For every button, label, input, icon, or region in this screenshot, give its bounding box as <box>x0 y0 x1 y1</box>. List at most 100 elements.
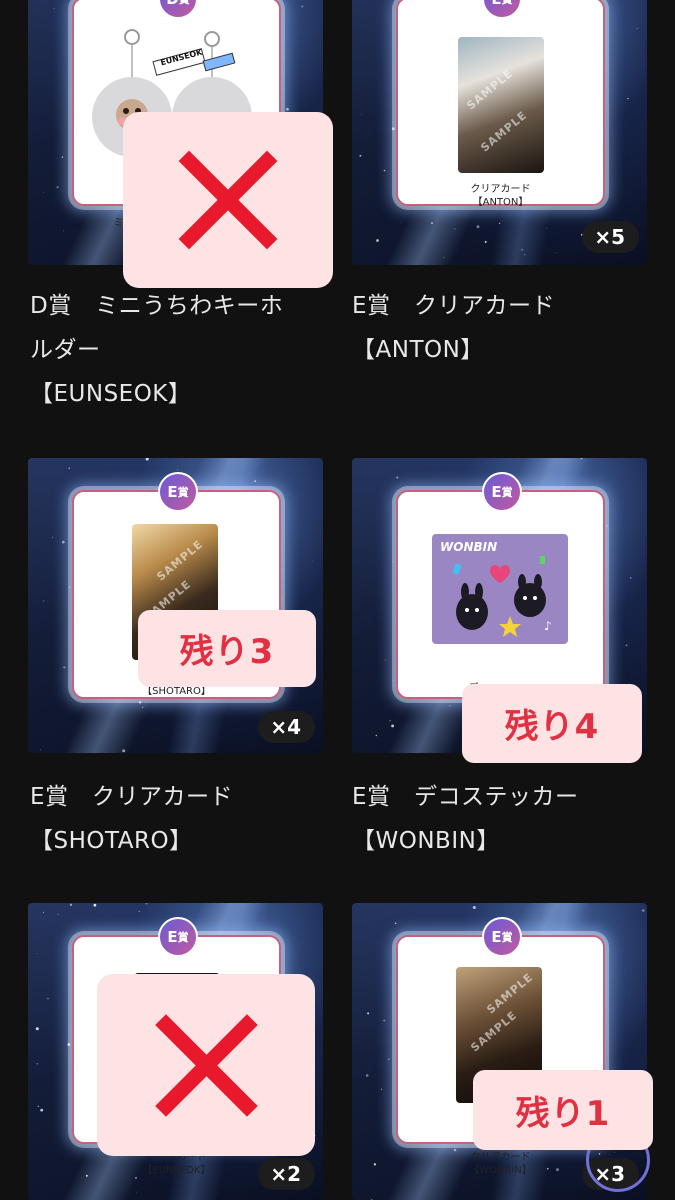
quantity-badge: ×5 <box>582 221 639 253</box>
star <box>625 644 628 647</box>
star <box>138 701 142 704</box>
cross-icon <box>154 1013 258 1117</box>
quantity-badge: ×2 <box>258 1158 315 1190</box>
prize-rank-badge: E賞 <box>158 472 198 512</box>
star <box>359 154 362 157</box>
star <box>61 540 65 544</box>
star <box>145 903 148 905</box>
star <box>642 909 645 912</box>
star <box>394 922 397 924</box>
star <box>301 5 304 8</box>
star <box>138 910 140 912</box>
item-title[interactable]: D賞 ミニうちわキーホ ルダー 【EUNSEOK】 <box>30 284 283 416</box>
star <box>67 1043 71 1046</box>
sample-watermark: SAMPLE <box>464 66 516 113</box>
star <box>61 156 64 158</box>
sold-out-overlay <box>123 112 333 288</box>
star <box>629 577 632 579</box>
star <box>546 227 548 229</box>
star <box>360 114 362 115</box>
star <box>122 749 126 753</box>
prize-card-e-shotaro[interactable]: SAMPLE SAMPLE クリアカード 【SHOTARO】 E賞 ×4 <box>28 458 323 753</box>
item-title[interactable]: E賞 クリアカード 【ANTON】 <box>352 284 555 372</box>
remaining-count-overlay: 残り4 <box>462 684 642 763</box>
star <box>636 27 638 30</box>
star <box>388 1058 390 1060</box>
star <box>443 257 445 259</box>
star <box>43 600 45 602</box>
star <box>472 906 476 909</box>
star <box>392 680 394 681</box>
star <box>53 8 55 10</box>
star <box>521 248 524 251</box>
sample-watermark: SAMPLE <box>478 108 530 155</box>
star <box>47 998 49 1000</box>
remaining-count-overlay: 残り1 <box>473 1070 653 1150</box>
item-title[interactable]: E賞 デコステッカー 【WONBIN】 <box>352 775 579 863</box>
star <box>282 598 283 600</box>
star <box>396 476 399 479</box>
svg-text:♪: ♪ <box>544 619 552 633</box>
star <box>383 169 386 172</box>
star <box>141 706 144 709</box>
star <box>51 536 54 538</box>
star <box>449 705 451 707</box>
star <box>476 225 480 229</box>
product-frame: WONBIN ♪ デ <box>396 490 605 699</box>
star <box>367 1012 370 1015</box>
star <box>254 480 257 482</box>
prize-card-e-anton[interactable]: SAMPLE SAMPLE クリアカード 【ANTON】 E賞 ×5 <box>352 0 647 265</box>
star <box>391 724 395 728</box>
star <box>375 734 378 737</box>
star <box>389 720 391 722</box>
sample-watermark: SAMPLE <box>154 537 206 584</box>
star <box>63 230 65 232</box>
remaining-count-overlay: 残り3 <box>138 610 316 687</box>
star <box>383 1019 386 1022</box>
star <box>69 903 73 906</box>
prize-rank-badge: E賞 <box>482 917 522 957</box>
clear-card-photo: SAMPLE SAMPLE <box>458 37 544 173</box>
prize-rank-badge: E賞 <box>158 917 198 957</box>
star <box>400 222 402 224</box>
star <box>454 228 456 230</box>
item-title[interactable]: E賞 クリアカード 【SHOTARO】 <box>30 775 233 863</box>
star <box>36 953 38 955</box>
star <box>392 561 394 563</box>
star <box>484 240 487 243</box>
star <box>286 107 289 111</box>
star <box>145 458 149 461</box>
star <box>43 192 45 194</box>
star <box>40 1108 44 1112</box>
cross-icon <box>178 150 278 250</box>
star <box>36 1062 39 1065</box>
star <box>384 659 386 661</box>
product-label: クリアカード 【ANTON】 <box>470 184 531 208</box>
star <box>37 1105 40 1108</box>
star <box>606 524 608 527</box>
sold-out-overlay <box>97 974 315 1156</box>
star <box>555 252 557 253</box>
star <box>57 913 59 915</box>
star <box>391 127 395 131</box>
star <box>98 701 99 702</box>
star <box>311 560 313 561</box>
sticker-illustration: ♪ <box>452 556 552 637</box>
star <box>35 1027 39 1031</box>
star <box>365 1074 369 1077</box>
star <box>69 586 71 588</box>
star <box>56 185 59 189</box>
star <box>40 749 41 751</box>
quantity-badge: ×4 <box>258 711 315 743</box>
prize-rank-badge: E賞 <box>482 472 522 512</box>
star <box>580 458 583 459</box>
star <box>93 903 97 907</box>
star <box>63 666 66 669</box>
star <box>499 222 501 224</box>
star <box>627 97 629 100</box>
star <box>42 911 44 913</box>
star <box>524 254 526 256</box>
product-frame: SAMPLE SAMPLE クリアカード 【ANTON】 <box>396 0 605 208</box>
star <box>381 1088 383 1090</box>
star <box>135 1191 137 1193</box>
